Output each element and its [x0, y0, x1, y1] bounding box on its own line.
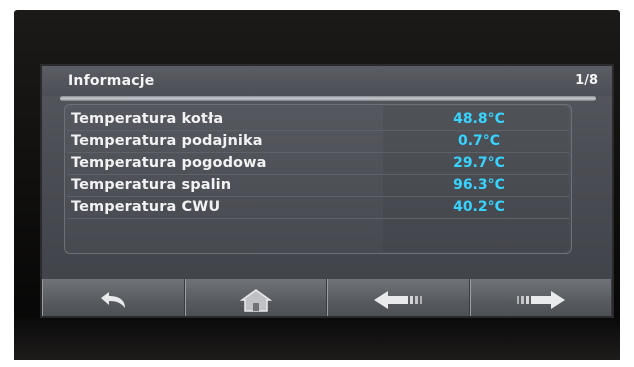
screen-header: Informacje 1/8 — [42, 66, 612, 96]
row-label: Temperatura kotła — [71, 111, 224, 127]
next-button[interactable] — [469, 279, 612, 316]
row-label: Temperatura spalin — [71, 177, 232, 193]
back-arrow-icon — [101, 291, 126, 308]
lcd-screen: Informacje 1/8 Temperatura kotła 48.8°C … — [40, 64, 614, 318]
info-row-feeder-temp: Temperatura podajnika 0.7°C — [65, 131, 571, 153]
row-value: 40.2°C — [453, 199, 505, 215]
info-row-boiler-temp: Temperatura kotła 48.8°C — [65, 109, 571, 131]
page-title: Informacje — [68, 73, 155, 89]
row-label: Temperatura podajnika — [71, 133, 263, 149]
row-value: 48.8°C — [453, 111, 505, 127]
previous-button[interactable] — [327, 279, 470, 316]
row-separator — [67, 218, 569, 219]
row-value: 96.3°C — [453, 177, 505, 193]
header-divider — [60, 96, 596, 101]
next-arrow-icon — [516, 290, 565, 309]
bottom-button-bar — [42, 279, 612, 316]
info-panel: Temperatura kotła 48.8°C Temperatura pod… — [64, 104, 572, 254]
back-button[interactable] — [42, 279, 185, 316]
page-indicator: 1/8 — [575, 73, 598, 88]
home-button[interactable] — [184, 279, 327, 316]
row-value: 29.7°C — [453, 155, 505, 171]
device-bezel-bottom — [14, 318, 620, 360]
row-label: Temperatura pogodowa — [71, 155, 267, 171]
previous-arrow-icon — [374, 290, 423, 309]
home-icon — [239, 288, 273, 312]
info-row-cwu-temp: Temperatura CWU 40.2°C — [65, 197, 571, 219]
row-label: Temperatura CWU — [71, 199, 221, 215]
row-value: 0.7°C — [457, 133, 501, 149]
info-row-flue-temp: Temperatura spalin 96.3°C — [65, 175, 571, 197]
info-row-weather-temp: Temperatura pogodowa 29.7°C — [65, 153, 571, 175]
